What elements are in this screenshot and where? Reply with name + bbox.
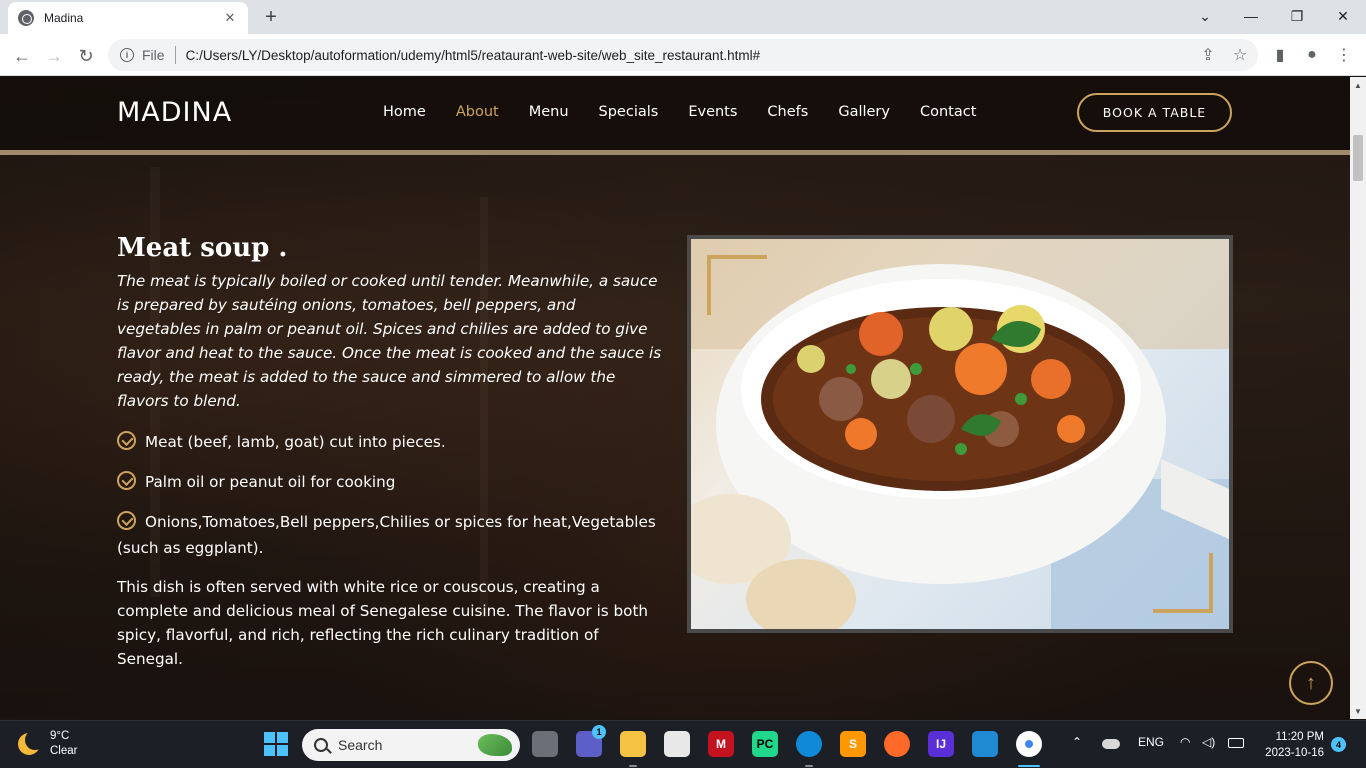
menu-kebab-icon[interactable]: ⋮ bbox=[1332, 43, 1356, 67]
nav-gallery[interactable]: Gallery bbox=[838, 104, 890, 120]
reload-button[interactable]: ↻ bbox=[72, 42, 100, 70]
firefox-icon[interactable] bbox=[884, 731, 910, 757]
ingredient-text: Palm oil or peanut oil for cooking bbox=[145, 473, 396, 491]
notification-badge[interactable]: 4 bbox=[1331, 737, 1346, 752]
system-clock[interactable]: 11:20 PM 2023-10-16 bbox=[1256, 729, 1324, 761]
task-view-icon[interactable] bbox=[532, 731, 558, 757]
tab-title: Madina bbox=[44, 11, 84, 25]
site-header: MADINA Home About Menu Specials Events C… bbox=[0, 77, 1350, 155]
onedrive-cloud-icon[interactable] bbox=[1102, 739, 1120, 749]
nav-menu[interactable]: Menu bbox=[529, 104, 569, 120]
chrome-icon[interactable] bbox=[1016, 731, 1042, 757]
nav-chefs[interactable]: Chefs bbox=[767, 104, 808, 120]
new-tab-button[interactable]: + bbox=[258, 4, 284, 30]
scrollbar-thumb[interactable] bbox=[1353, 135, 1363, 181]
weather-condition: Clear bbox=[50, 745, 78, 757]
language-indicator[interactable]: ENG bbox=[1138, 735, 1164, 749]
wifi-icon[interactable]: ◠ bbox=[1180, 735, 1190, 749]
running-indicator bbox=[805, 765, 813, 767]
omnibox-divider bbox=[174, 46, 176, 64]
book-a-table-button[interactable]: BOOK A TABLE bbox=[1077, 93, 1232, 132]
pycharm-icon[interactable]: PC bbox=[752, 731, 778, 757]
list-item: Meat (beef, lamb, goat) cut into pieces. bbox=[117, 429, 662, 455]
globe-icon bbox=[18, 10, 34, 26]
teams-chat-icon[interactable]: 1 bbox=[576, 725, 606, 757]
share-icon[interactable]: ⇪ bbox=[1196, 43, 1220, 67]
active-indicator bbox=[1018, 765, 1040, 767]
back-to-top-button[interactable]: ↑ bbox=[1289, 661, 1333, 705]
nav-events[interactable]: Events bbox=[688, 104, 737, 120]
check-circle-icon bbox=[117, 511, 136, 530]
sublime-text-icon[interactable]: S bbox=[840, 731, 866, 757]
nav-about[interactable]: About bbox=[456, 104, 499, 120]
intellij-idea-icon[interactable]: IJ bbox=[928, 731, 954, 757]
volume-icon[interactable]: ◁) bbox=[1202, 735, 1215, 749]
close-window-button[interactable]: ✕ bbox=[1320, 0, 1366, 32]
taskbar-search[interactable]: Search bbox=[302, 729, 520, 761]
meat-soup-image bbox=[691, 239, 1229, 629]
check-circle-icon bbox=[117, 431, 136, 450]
vscode-icon[interactable] bbox=[972, 731, 998, 757]
main-nav: Home About Menu Specials Events Chefs Ga… bbox=[383, 104, 1006, 120]
scroll-up-arrow-icon[interactable]: ▲ bbox=[1350, 77, 1366, 93]
running-indicator bbox=[629, 765, 637, 767]
search-placeholder: Search bbox=[338, 737, 383, 753]
minimize-button[interactable]: — bbox=[1228, 0, 1274, 32]
dish-image-frame bbox=[687, 235, 1233, 633]
dish-title: Meat soup . bbox=[117, 233, 288, 263]
ingredients-list: Meat (beef, lamb, goat) cut into pieces.… bbox=[117, 429, 662, 561]
browser-tab-strip: Madina ✕ + ⌄ — ❐ ✕ bbox=[0, 0, 1366, 34]
dish-section: Meat soup . The meat is typically boiled… bbox=[117, 233, 662, 671]
scheme-label: File bbox=[142, 47, 165, 63]
close-tab-icon[interactable]: ✕ bbox=[222, 10, 238, 26]
nav-specials[interactable]: Specials bbox=[599, 104, 659, 120]
list-item: Onions,Tomatoes,Bell peppers,Chilies or … bbox=[117, 509, 662, 561]
windows-taskbar: 9°C Clear Search 1 M PC S IJ ⌃ ENG ◠ ◁) … bbox=[0, 720, 1366, 768]
profile-avatar-icon[interactable]: ● bbox=[1300, 43, 1324, 67]
info-icon[interactable]: i bbox=[120, 48, 134, 62]
edge-browser-icon[interactable] bbox=[796, 731, 822, 757]
web-page: MADINA Home About Menu Specials Events C… bbox=[0, 77, 1350, 719]
restore-button[interactable]: ❐ bbox=[1274, 0, 1320, 32]
windows-start-icon[interactable] bbox=[263, 731, 289, 757]
bookmark-star-icon[interactable]: ☆ bbox=[1228, 43, 1252, 67]
address-toolbar: ← → ↻ i File C:/Users/LY/Desktop/autofor… bbox=[0, 34, 1366, 76]
scroll-down-arrow-icon[interactable]: ▼ bbox=[1350, 703, 1366, 719]
microsoft-store-icon[interactable] bbox=[664, 731, 690, 757]
clock-date: 2023-10-16 bbox=[1265, 747, 1324, 759]
nav-contact[interactable]: Contact bbox=[920, 104, 976, 120]
teams-badge: 1 bbox=[592, 725, 606, 739]
weather-widget[interactable]: 9°C Clear bbox=[18, 729, 77, 759]
ingredient-text: Onions,Tomatoes,Bell peppers,Chilies or … bbox=[117, 513, 656, 557]
forward-button[interactable]: → bbox=[40, 42, 68, 70]
moon-icon bbox=[18, 730, 45, 755]
mcafee-icon[interactable]: M bbox=[708, 731, 734, 757]
frame-corner-decoration bbox=[707, 255, 767, 315]
side-panel-icon[interactable]: ▮ bbox=[1268, 43, 1292, 67]
browser-tab[interactable]: Madina ✕ bbox=[8, 2, 248, 34]
file-explorer-icon[interactable] bbox=[620, 731, 646, 757]
ingredient-text: Meat (beef, lamb, goat) cut into pieces. bbox=[145, 433, 446, 451]
clock-time: 11:20 PM bbox=[1275, 731, 1324, 743]
list-item: Palm oil or peanut oil for cooking bbox=[117, 469, 662, 495]
soup-bowl-illustration bbox=[691, 239, 1229, 629]
back-button[interactable]: ← bbox=[8, 42, 36, 70]
search-icon bbox=[314, 738, 328, 752]
frame-corner-decoration bbox=[1153, 553, 1213, 613]
show-hidden-icons[interactable]: ⌃ bbox=[1072, 735, 1082, 749]
search-highlight-icon bbox=[478, 734, 512, 756]
address-bar[interactable]: i File C:/Users/LY/Desktop/autoformation… bbox=[108, 39, 1258, 71]
page-scrollbar[interactable]: ▲ ▼ bbox=[1350, 77, 1366, 719]
battery-icon[interactable] bbox=[1228, 738, 1244, 748]
nav-home[interactable]: Home bbox=[383, 104, 426, 120]
tab-search-icon[interactable]: ⌄ bbox=[1182, 0, 1228, 32]
url-text[interactable]: C:/Users/LY/Desktop/autoformation/udemy/… bbox=[186, 48, 761, 63]
check-circle-icon bbox=[117, 471, 136, 490]
dish-footer-text: This dish is often served with white ric… bbox=[117, 578, 649, 668]
weather-text: 9°C Clear bbox=[50, 729, 77, 759]
dish-description: The meat is typically boiled or cooked u… bbox=[117, 272, 662, 410]
weather-temperature: 9°C bbox=[50, 730, 70, 742]
site-logo[interactable]: MADINA bbox=[117, 97, 232, 128]
